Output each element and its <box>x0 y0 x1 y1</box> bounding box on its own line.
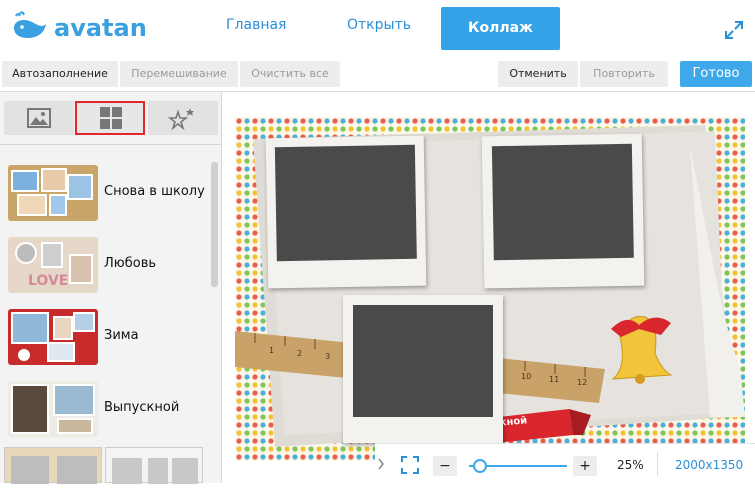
canvas-area: 123456789101112 выпускной − + 25% 2000x1… <box>223 92 755 483</box>
done-button[interactable]: Готово <box>680 61 752 87</box>
expand-icon[interactable] <box>724 20 744 40</box>
ruler-number: 10 <box>521 372 531 381</box>
ruler-number: 11 <box>549 375 559 384</box>
avatan-logo[interactable]: avatan <box>8 10 147 46</box>
collage-preview: 123456789101112 выпускной <box>235 117 745 461</box>
undo-button[interactable]: Отменить <box>498 61 578 87</box>
whale-logo-icon <box>14 11 46 38</box>
ruler-number: 2 <box>297 349 302 358</box>
template-thumbnail <box>8 165 98 221</box>
zoom-in-button[interactable]: + <box>573 456 597 476</box>
zoom-out-button[interactable]: − <box>433 456 457 476</box>
tab-stickers[interactable] <box>148 101 218 135</box>
template-graduation[interactable]: Выпускной <box>0 381 210 443</box>
photo-frame[interactable] <box>343 295 503 443</box>
photo-slot[interactable] <box>491 143 634 261</box>
template-love[interactable]: LOVE Любовь <box>0 237 210 299</box>
image-icon <box>27 108 51 128</box>
layout-thumbnail[interactable] <box>4 447 102 484</box>
redo-button[interactable]: Повторить <box>580 61 668 87</box>
photo-frame[interactable] <box>481 133 645 289</box>
ruler-number: 3 <box>325 352 330 361</box>
sidebar-scrollbar[interactable] <box>211 162 218 287</box>
sidebar: Снова в школу LOVE Любовь Зима Выпускной <box>0 92 222 484</box>
zoombar-divider <box>657 452 658 476</box>
template-label: Любовь <box>104 256 157 271</box>
stars-icon <box>168 108 194 130</box>
photo-slot[interactable] <box>353 305 493 417</box>
canvas-size[interactable]: 2000x1350 <box>675 458 743 472</box>
tab-templates[interactable] <box>75 101 145 135</box>
clear-all-button[interactable]: Очистить все <box>240 61 340 87</box>
nav-open[interactable]: Открыть <box>347 17 411 33</box>
ruler-number: 1 <box>269 346 274 355</box>
logo-text: avatan <box>54 14 147 42</box>
shuffle-button[interactable]: Перемешивание <box>120 61 238 87</box>
template-label: Выпускной <box>104 400 180 415</box>
autofill-button[interactable]: Автозаполнение <box>2 61 118 87</box>
ruler-number: 12 <box>577 378 587 387</box>
zoom-bar: − + 25% 2000x1350 <box>375 443 755 483</box>
grid-icon <box>100 107 122 129</box>
template-back-to-school[interactable]: Снова в школу <box>0 165 210 227</box>
svg-text:LOVE: LOVE <box>28 273 68 289</box>
zoom-slider-thumb[interactable] <box>473 459 487 473</box>
zoom-slider[interactable] <box>469 459 567 473</box>
collage-toolbar: Автозаполнение Перемешивание Очистить вс… <box>0 56 755 92</box>
top-bar: avatan Главная Открыть Коллаж <box>0 0 755 56</box>
template-thumbnail <box>8 381 98 437</box>
template-winter[interactable]: Зима <box>0 309 210 371</box>
fit-screen-icon[interactable] <box>401 456 419 474</box>
template-thumbnail: LOVE <box>8 237 98 293</box>
photo-frame[interactable] <box>265 135 427 289</box>
nav-collage[interactable]: Коллаж <box>441 7 560 50</box>
photo-slot[interactable] <box>274 144 417 262</box>
template-thumbnail <box>8 309 98 365</box>
tab-images[interactable] <box>4 101 74 135</box>
template-label: Зима <box>104 328 139 343</box>
chevron-right-icon[interactable] <box>377 458 385 470</box>
nav-home[interactable]: Главная <box>226 17 286 33</box>
zoom-percent: 25% <box>617 458 644 472</box>
sidebar-divider <box>0 144 222 145</box>
template-label: Снова в школу <box>104 184 205 199</box>
layout-thumbnail[interactable] <box>105 447 203 484</box>
